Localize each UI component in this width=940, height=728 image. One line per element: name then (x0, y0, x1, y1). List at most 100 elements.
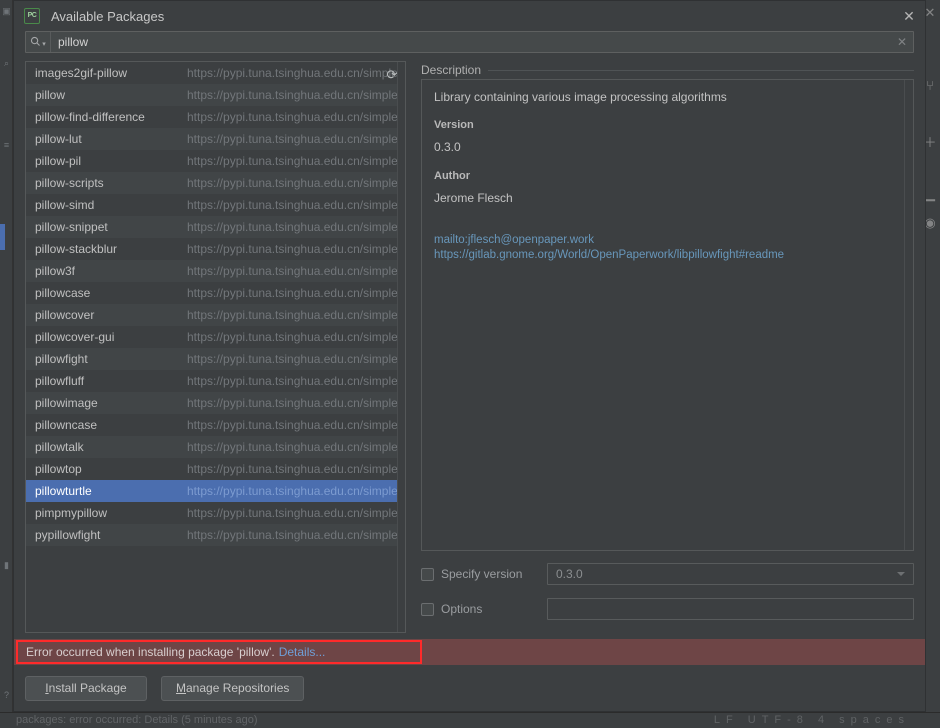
search-input[interactable]: pillow (50, 32, 891, 52)
package-name: pillow-lut (35, 132, 82, 146)
description-group: Description Library containing various i… (421, 61, 914, 551)
table-row[interactable]: pillowtalk https://pypi.tuna.tsinghua.edu… (26, 436, 405, 458)
legend-divider (488, 69, 914, 71)
table-row[interactable]: pillow-scripts https://pypi.tuna.tsinghua… (26, 172, 405, 194)
search-row: ▾ pillow ✕ (14, 31, 925, 61)
package-name: pillow3f (35, 264, 76, 278)
table-row[interactable]: pillow-stackblur https://pypi.tuna.tsingh… (26, 238, 405, 260)
available-packages-dialog: PC Available Packages ✕ ▾ pillow ✕ image… (13, 0, 926, 712)
package-repository-url: https://pypi.tuna.tsinghua.edu.cn/simple… (187, 132, 402, 146)
package-name: pillowfluff (35, 374, 85, 388)
pane-splitter[interactable] (406, 61, 421, 633)
table-row[interactable]: pillowncase https://pypi.tuna.tsinghua.ed… (26, 414, 405, 436)
table-row[interactable]: images2gif-pillow https://pypi.tuna.tsing… (26, 62, 405, 84)
search-icon[interactable]: ⌕ (1, 58, 12, 69)
table-row[interactable]: pillowfight https://pypi.tuna.tsinghua.ed… (26, 348, 405, 370)
options-checkbox[interactable] (421, 602, 434, 616)
table-row[interactable]: pillow-simd https://pypi.tuna.tsinghua.ed… (26, 194, 405, 216)
package-name: pillowtop (35, 462, 82, 476)
table-row[interactable]: pillowcover-gui https://pypi.tuna.tsinghu… (26, 326, 405, 348)
package-name: pillow (35, 88, 66, 102)
author-value: Jerome Flesch (434, 191, 513, 205)
help-icon[interactable]: ? (1, 690, 12, 701)
package-name: pillow-find-difference (35, 110, 145, 124)
package-repository-url: https://pypi.tuna.tsinghua.edu.cn/simple… (187, 220, 402, 234)
package-name: pillow-scripts (35, 176, 104, 190)
package-link[interactable]: mailto:jflesch@openpaper.work (434, 233, 901, 248)
package-link[interactable]: https://gitlab.gnome.org/World/OpenPaper… (434, 248, 901, 263)
bookmark-icon[interactable]: ▮ (1, 560, 12, 571)
table-row[interactable]: pillowturtle https://pypi.tuna.tsinghua.e… (26, 480, 405, 502)
options-row: Options (421, 598, 914, 620)
package-list[interactable]: images2gif-pillow https://pypi.tuna.tsing… (25, 61, 406, 633)
table-row[interactable]: pillow https://pypi.tuna.tsinghua.edu.cn/… (26, 84, 405, 106)
details-pane: Description Library containing various i… (421, 61, 914, 633)
close-icon[interactable]: ✕ (901, 8, 917, 24)
description-legend: Description (421, 61, 914, 79)
install-label-rest: nstall Package (48, 681, 127, 695)
table-row[interactable]: pillow-find-difference https://pypi.tuna.… (26, 106, 405, 128)
package-name: pillow-pil (35, 154, 82, 168)
package-name: pillowcase (35, 286, 91, 300)
ide-status-encoding[interactable]: LF UTF-8 4 spaces (714, 714, 910, 726)
package-repository-url: https://pypi.tuna.tsinghua.edu.cn/simple… (187, 242, 402, 256)
search-field[interactable]: ▾ pillow ✕ (25, 31, 914, 53)
package-list-scrollbar[interactable] (397, 62, 405, 632)
package-repository-url: https://pypi.tuna.tsinghua.edu.cn/simple… (187, 264, 402, 278)
screen-root: ▣ ⌕ ≡ ▮ ? ✕ ⑂ ＋ ▁ ◉ packages: error occu… (0, 0, 940, 728)
reload-packages-icon[interactable]: ⟳ (383, 66, 401, 84)
manage-mnemonic: M (176, 681, 186, 695)
package-name: pillowcover-gui (35, 330, 115, 344)
package-name: pillow-stackblur (35, 242, 118, 256)
package-name: pypillowfight (35, 528, 101, 542)
table-row[interactable]: pillowfluff https://pypi.tuna.tsinghua.ed… (26, 370, 405, 392)
error-message: Error occurred when installing package '… (26, 645, 325, 659)
pycharm-icon: PC (24, 8, 40, 24)
package-name: pillowtalk (35, 440, 84, 454)
table-row[interactable]: pillow-lut https://pypi.tuna.tsinghua.edu… (26, 128, 405, 150)
chevron-down-icon[interactable] (897, 572, 905, 576)
ide-status-message[interactable]: packages: error occurred: Details (5 min… (16, 714, 258, 726)
package-repository-url: https://pypi.tuna.tsinghua.edu.cn/simple… (187, 198, 402, 212)
table-row[interactable]: pillow-snippet https://pypi.tuna.tsinghua… (26, 216, 405, 238)
version-select-value: 0.3.0 (556, 567, 583, 581)
search-icon[interactable]: ▾ (26, 36, 50, 49)
package-repository-url: https://pypi.tuna.tsinghua.edu.cn/simple… (187, 66, 402, 80)
author-label: Author (434, 170, 471, 182)
table-row[interactable]: pimpmypillow https://pypi.tuna.tsinghua.e… (26, 502, 405, 524)
dialog-titlebar: PC Available Packages ✕ (14, 1, 925, 31)
package-repository-url: https://pypi.tuna.tsinghua.edu.cn/simple… (187, 440, 402, 454)
version-value: 0.3.0 (434, 140, 461, 154)
options-input[interactable] (547, 598, 914, 620)
package-name: images2gif-pillow (35, 66, 128, 80)
specify-version-label: Specify version (441, 567, 523, 581)
table-row[interactable]: pillowcase https://pypi.tuna.tsinghua.edu… (26, 282, 405, 304)
package-repository-url: https://pypi.tuna.tsinghua.edu.cn/simple… (187, 88, 402, 102)
package-repository-url: https://pypi.tuna.tsinghua.edu.cn/simple… (187, 528, 402, 542)
package-name: pillowncase (35, 418, 98, 432)
specify-version-row: Specify version 0.3.0 (421, 563, 914, 585)
specify-version-checkbox[interactable] (421, 567, 434, 581)
package-name: pillowturtle (35, 484, 92, 498)
table-row[interactable]: pypillowfight https://pypi.tuna.tsinghua.… (26, 524, 405, 546)
options-label: Options (441, 602, 483, 616)
install-options: Specify version 0.3.0 Options (421, 551, 914, 633)
error-message-text: Error occurred when installing package '… (26, 645, 275, 659)
table-row[interactable]: pillow3f https://pypi.tuna.tsinghua.edu.c… (26, 260, 405, 282)
table-row[interactable]: pillowtop https://pypi.tuna.tsinghua.edu.… (26, 458, 405, 480)
package-repository-url: https://pypi.tuna.tsinghua.edu.cn/simple… (187, 330, 402, 344)
project-icon[interactable]: ▣ (1, 6, 12, 17)
table-row[interactable]: pillowcover https://pypi.tuna.tsinghua.ed… (26, 304, 405, 326)
description-scrollbar[interactable] (904, 80, 913, 550)
package-repository-url: https://pypi.tuna.tsinghua.edu.cn/simple… (187, 396, 402, 410)
chevron-down-icon[interactable]: ▾ (42, 41, 46, 48)
table-row[interactable]: pillowimage https://pypi.tuna.tsinghua.ed… (26, 392, 405, 414)
clear-search-icon[interactable]: ✕ (891, 35, 913, 49)
version-select[interactable]: 0.3.0 (547, 563, 914, 585)
structure-icon[interactable]: ≡ (1, 140, 12, 151)
version-label: Version (434, 119, 474, 131)
manage-repositories-button[interactable]: Manage Repositories (161, 675, 305, 701)
table-row[interactable]: pillow-pil https://pypi.tuna.tsinghua.edu… (26, 150, 405, 172)
install-package-button[interactable]: Install Package (25, 675, 147, 701)
error-details-link[interactable]: Details... (279, 645, 326, 659)
